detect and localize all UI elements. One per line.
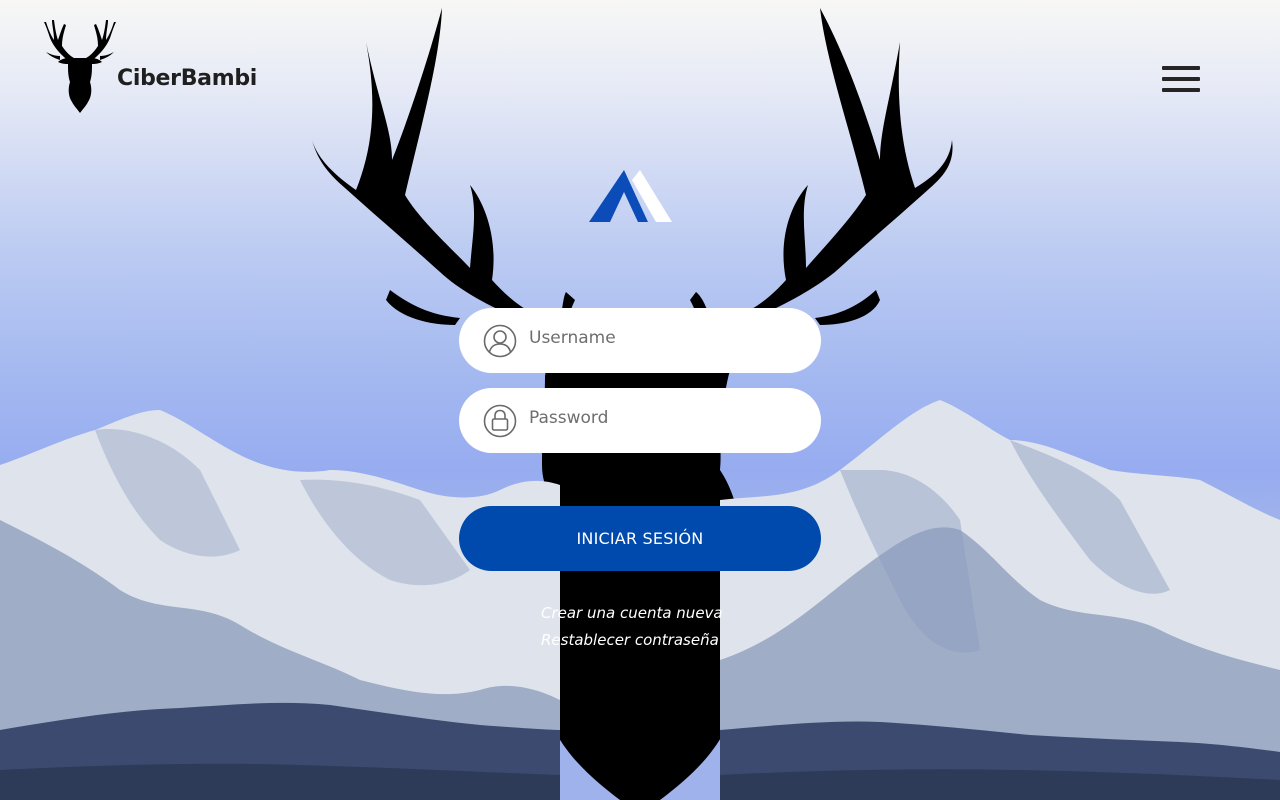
account-links: Crear una cuenta nueva Restablecer contr… [541, 600, 761, 654]
username-input[interactable] [529, 308, 799, 373]
login-page: CiberBambi INICIAR SESIÓN Crear una cuen… [0, 0, 1280, 800]
hamburger-menu-icon-bar [1162, 77, 1200, 81]
mountain-peaks-icon [589, 170, 672, 222]
password-field[interactable] [459, 388, 821, 453]
reset-password-link[interactable]: Restablecer contraseña [541, 627, 761, 654]
user-icon [483, 324, 517, 358]
deer-head-icon[interactable] [40, 18, 120, 114]
brand-name: CiberBambi [117, 66, 258, 91]
create-account-link[interactable]: Crear una cuenta nueva [541, 600, 761, 627]
lock-icon [483, 404, 517, 438]
hamburger-menu-icon [1162, 66, 1200, 70]
login-button[interactable]: INICIAR SESIÓN [459, 506, 821, 571]
username-field[interactable] [459, 308, 821, 373]
password-input[interactable] [529, 388, 799, 453]
hamburger-menu-button[interactable] [1156, 60, 1206, 98]
hamburger-menu-icon-bar [1162, 88, 1200, 92]
